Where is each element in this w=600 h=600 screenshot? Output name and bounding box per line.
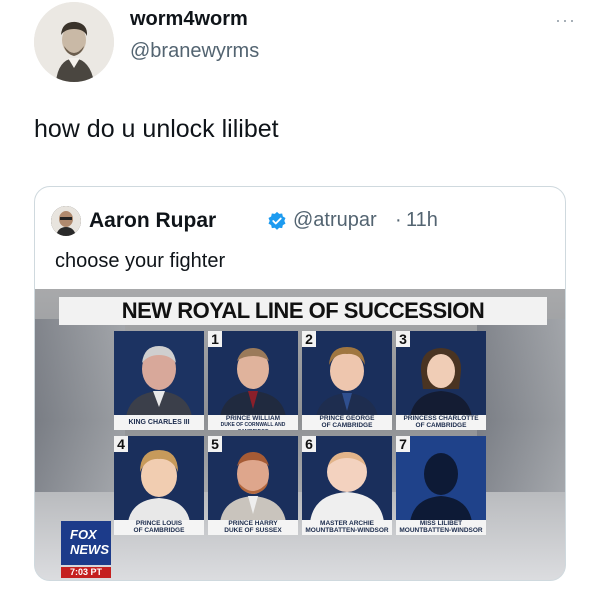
user-handle[interactable]: @branewyrms	[130, 40, 259, 63]
studio-wall-left	[35, 319, 125, 499]
card-label: PRINCE WILLIAMDUKE OF CORNWALL AND CAMBR…	[208, 415, 298, 430]
card-label: MASTER ARCHIE MOUNTBATTEN-WINDSOR	[302, 520, 392, 535]
card-label: PRINCE LOUIS OF CAMBRIDGE	[114, 520, 204, 535]
quoted-user-avatar[interactable]	[51, 206, 81, 236]
card-number-3: 3	[396, 331, 410, 347]
graphic-banner: NEW ROYAL LINE OF SUCCESSION	[59, 297, 547, 325]
studio-wall-right	[477, 319, 565, 499]
card-label: KING CHARLES III	[114, 415, 204, 430]
quoted-tweet[interactable]: Aaron Rupar @atrupar · 11h choose your f…	[34, 186, 566, 581]
portrait-king	[114, 331, 204, 417]
fox-news-logo: FOX NEWS 7:03 PT	[61, 521, 111, 579]
handle-time-separator: ·	[395, 209, 402, 231]
card-number-1: 1	[208, 331, 222, 347]
card-number-4: 4	[114, 436, 128, 452]
quoted-avatar-icon	[51, 206, 81, 236]
quoted-handle[interactable]: @atrupar	[293, 209, 377, 232]
tweet-text: how do u unlock lilibet	[34, 115, 279, 143]
display-name[interactable]: worm4worm	[130, 8, 248, 31]
card-label: PRINCE HARRY DUKE OF SUSSEX	[208, 520, 298, 535]
card-number-7: 7	[396, 436, 410, 452]
broadcast-clock: 7:03 PT	[61, 567, 111, 578]
verified-badge-icon	[268, 211, 286, 230]
card-label: PRINCE GEORGE OF CAMBRIDGE	[302, 415, 392, 430]
card-label: MISS LILIBET MOUNTBATTEN-WINDSOR	[396, 520, 486, 535]
quoted-media-image[interactable]: NEW ROYAL LINE OF SUCCESSION KING CHARLE…	[35, 289, 565, 580]
quoted-timestamp[interactable]: 11h	[406, 209, 438, 232]
quoted-display-name[interactable]: Aaron Rupar	[89, 209, 216, 233]
user-avatar-icon	[34, 2, 114, 82]
more-options-icon[interactable]: ···	[555, 10, 576, 31]
user-avatar[interactable]	[34, 2, 114, 82]
quoted-text: choose your fighter	[55, 250, 226, 272]
graphic-title: NEW ROYAL LINE OF SUCCESSION	[121, 298, 485, 323]
card-number-6: 6	[302, 436, 316, 452]
fox-news-logo-icon: FOX NEWS	[61, 521, 111, 565]
succession-card-0: KING CHARLES III	[114, 331, 204, 430]
card-number-5: 5	[208, 436, 222, 452]
card-label: PRINCESS CHARLOTTE OF CAMBRIDGE	[396, 415, 486, 430]
card-number-2: 2	[302, 331, 316, 347]
